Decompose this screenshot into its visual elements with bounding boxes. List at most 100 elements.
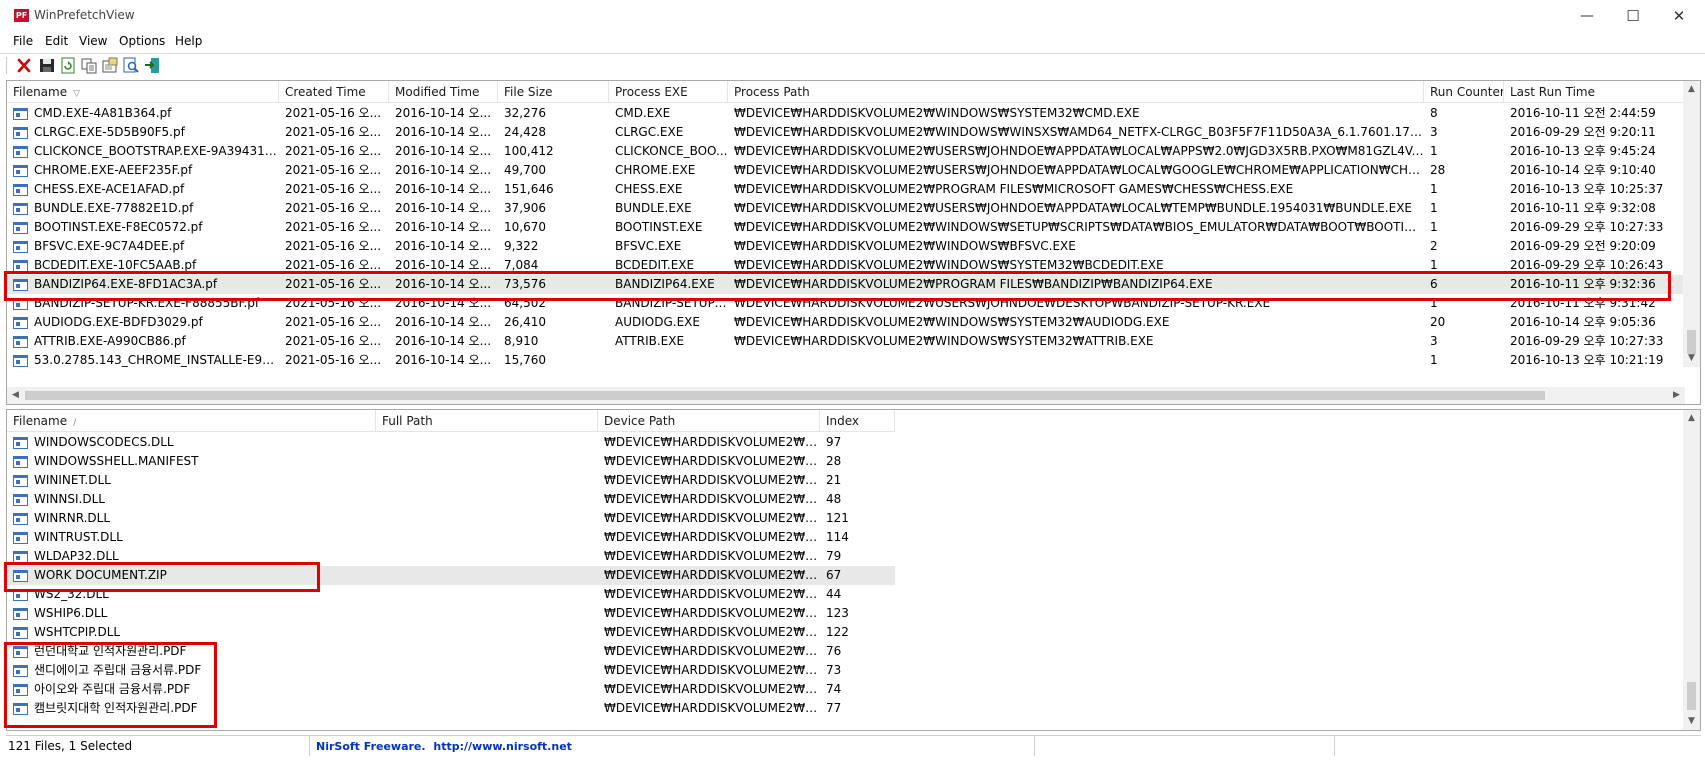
list-item[interactable]: 샌디에이고 주립대 금융서류.PDF ₩DEVICE₩HARDDISKVOLUME… bbox=[7, 661, 895, 680]
scrollbar-thumb[interactable] bbox=[25, 391, 1545, 400]
column-header-run-counter[interactable]: Run Counter bbox=[1424, 81, 1504, 103]
list-item[interactable]: WLDAP32.DLL ₩DEVICE₩HARDDISKVOLUME2₩WI...… bbox=[7, 547, 895, 566]
cell-modified-time: 2016-10-14 오... bbox=[395, 258, 492, 272]
menu-view[interactable]: View bbox=[79, 34, 107, 48]
menu-options[interactable]: Options bbox=[119, 34, 165, 48]
column-header-modified-time[interactable]: Modified Time bbox=[389, 81, 498, 103]
column-header-label: Filename bbox=[13, 414, 68, 428]
list-item[interactable]: WINNSI.DLL ₩DEVICE₩HARDDISKVOLUME2₩WI... 4… bbox=[7, 490, 895, 509]
cell-file-size: 100,412 bbox=[504, 144, 554, 158]
maximize-button[interactable]: ☐ bbox=[1610, 0, 1656, 32]
list-item[interactable]: 아이오와 주립대 금융서류.PDF ₩DEVICE₩HARDDISKVOLUME2… bbox=[7, 680, 895, 699]
cell-created-time: 2021-05-16 오... bbox=[285, 334, 382, 348]
cell-filename: 샌디에이고 주립대 금융서류.PDF bbox=[34, 663, 202, 677]
table-row[interactable]: 53.0.2785.143_CHROME_INSTALLE-E9B7E... 20… bbox=[7, 351, 1685, 370]
cell-run-counter: 2 bbox=[1430, 239, 1438, 253]
prefetch-horizontal-scrollbar[interactable]: ◀ ▶ bbox=[7, 387, 1685, 404]
referenced-files-list[interactable]: Filename ∕ Full Path Device Path Index WI… bbox=[6, 409, 1701, 731]
column-header-process-exe[interactable]: Process EXE bbox=[609, 81, 728, 103]
cell-device-path: ₩DEVICE₩HARDDISKVOLUME2₩WI... bbox=[604, 435, 820, 449]
column-header-filename[interactable]: Filename ▽ bbox=[7, 81, 279, 103]
refresh-icon[interactable] bbox=[59, 57, 77, 74]
scroll-down-arrow-icon[interactable]: ▼ bbox=[1683, 713, 1700, 730]
cell-created-time: 2021-05-16 오... bbox=[285, 163, 382, 177]
scroll-down-arrow-icon[interactable]: ▼ bbox=[1683, 350, 1700, 367]
table-row[interactable]: BANDIZIP64.EXE-8FD1AC3A.pf 2021-05-16 오..… bbox=[7, 275, 1685, 294]
list-item[interactable]: WORK DOCUMENT.ZIP ₩DEVICE₩HARDDISKVOLUME2… bbox=[7, 566, 895, 585]
properties-icon[interactable] bbox=[101, 57, 119, 74]
table-row[interactable]: CMD.EXE-4A81B364.pf 2021-05-16 오... 2016-1… bbox=[7, 104, 1685, 123]
column-header-created-time[interactable]: Created Time bbox=[279, 81, 389, 103]
table-row[interactable]: CLICKONCE_BOOTSTRAP.EXE-9A39431B.pf 2021-… bbox=[7, 142, 1685, 161]
scroll-up-arrow-icon[interactable]: ▲ bbox=[1683, 410, 1700, 427]
column-header-device-path[interactable]: Device Path bbox=[598, 410, 820, 432]
cell-run-counter: 1 bbox=[1430, 201, 1438, 215]
cell-full-path bbox=[376, 623, 598, 642]
cell-created-time: 2021-05-16 오... bbox=[285, 315, 382, 329]
close-button[interactable]: ✕ bbox=[1656, 0, 1702, 32]
column-header-index[interactable]: Index bbox=[820, 410, 895, 432]
list-item[interactable]: WININET.DLL ₩DEVICE₩HARDDISKVOLUME2₩WI...… bbox=[7, 471, 895, 490]
scroll-left-arrow-icon[interactable]: ◀ bbox=[7, 387, 24, 404]
table-row[interactable]: CHESS.EXE-ACE1AFAD.pf 2021-05-16 오... 2016… bbox=[7, 180, 1685, 199]
list-item[interactable]: WS2_32.DLL ₩DEVICE₩HARDDISKVOLUME2₩WI... 4… bbox=[7, 585, 895, 604]
cell-full-path bbox=[376, 642, 598, 661]
prefetch-list[interactable]: Filename ▽ Created Time Modified Time Fil… bbox=[6, 80, 1701, 405]
prefetch-vertical-scrollbar[interactable]: ▲ ▼ bbox=[1683, 81, 1700, 367]
column-header-filename[interactable]: Filename ∕ bbox=[7, 410, 376, 432]
exit-icon[interactable] bbox=[143, 57, 161, 74]
cell-run-counter: 6 bbox=[1430, 277, 1438, 291]
cell-process-path: ₩DEVICE₩HARDDISKVOLUME2₩WINDOWS₩WINSXS₩A… bbox=[734, 125, 1424, 139]
list-item[interactable]: WSHIP6.DLL ₩DEVICE₩HARDDISKVOLUME2₩WI... 1… bbox=[7, 604, 895, 623]
table-row[interactable]: BOOTINST.EXE-F8EC0572.pf 2021-05-16 오... 2… bbox=[7, 218, 1685, 237]
delete-icon[interactable] bbox=[15, 57, 33, 74]
table-row[interactable]: BCDEDIT.EXE-10FC5AAB.pf 2021-05-16 오... 20… bbox=[7, 256, 1685, 275]
referenced-files-vertical-scrollbar[interactable]: ▲ ▼ bbox=[1683, 410, 1700, 730]
cell-filename: BANDIZIP64.EXE-8FD1AC3A.pf bbox=[34, 277, 218, 291]
save-icon[interactable] bbox=[38, 57, 56, 74]
menu-help[interactable]: Help bbox=[175, 34, 202, 48]
toolbar-separator bbox=[6, 57, 7, 74]
cell-filename: 캠브릿지대학 인적자원관리.PDF bbox=[34, 701, 198, 715]
table-row[interactable]: BUNDLE.EXE-77882E1D.pf 2021-05-16 오... 201… bbox=[7, 199, 1685, 218]
nirsoft-website-link[interactable]: http://www.nirsoft.net bbox=[433, 740, 572, 753]
scrollbar-thumb[interactable] bbox=[1687, 682, 1696, 710]
list-item[interactable]: 런던대학교 인적자원관리.PDF ₩DEVICE₩HARDDISKVOLUME2₩… bbox=[7, 642, 895, 661]
scroll-up-arrow-icon[interactable]: ▲ bbox=[1683, 81, 1700, 98]
table-row[interactable]: BFSVC.EXE-9C7A4DEE.pf 2021-05-16 오... 2016… bbox=[7, 237, 1685, 256]
cell-filename: WINDOWSSHELL.MANIFEST bbox=[34, 454, 199, 468]
scroll-right-arrow-icon[interactable]: ▶ bbox=[1668, 387, 1685, 404]
cell-process-exe: ATTRIB.EXE bbox=[615, 334, 685, 348]
cell-filename: 아이오와 주립대 금융서류.PDF bbox=[34, 682, 191, 696]
table-row[interactable]: CHROME.EXE-AEEF235F.pf 2021-05-16 오... 201… bbox=[7, 161, 1685, 180]
column-header-file-size[interactable]: File Size bbox=[498, 81, 609, 103]
find-icon[interactable] bbox=[122, 57, 140, 74]
cell-last-run-time: 2016-10-13 오후 10:21:19 bbox=[1510, 353, 1664, 367]
cell-process-exe: CLRGC.EXE bbox=[615, 125, 684, 139]
list-item[interactable]: WINRNR.DLL ₩DEVICE₩HARDDISKVOLUME2₩WI... 1… bbox=[7, 509, 895, 528]
column-header-last-run-time[interactable]: Last Run Time bbox=[1504, 81, 1685, 103]
referenced-files-header: Filename ∕ Full Path Device Path Index bbox=[7, 410, 895, 432]
status-panel-empty bbox=[1035, 736, 1335, 756]
menu-edit[interactable]: Edit bbox=[45, 34, 68, 48]
cell-last-run-time: 2016-09-29 오후 10:26:43 bbox=[1510, 258, 1664, 272]
column-header-process-path[interactable]: Process Path bbox=[728, 81, 1424, 103]
list-item[interactable]: WINDOWSSHELL.MANIFEST ₩DEVICE₩HARDDISKVOL… bbox=[7, 452, 895, 471]
table-row[interactable]: BANDIZIP-SETUP-KR.EXE-F88855BF.pf 2021-05… bbox=[7, 294, 1685, 313]
minimize-button[interactable]: — bbox=[1564, 0, 1610, 32]
menu-file[interactable]: File bbox=[13, 34, 33, 48]
cell-filename: CLRGC.EXE-5D5B90F5.pf bbox=[34, 125, 185, 139]
table-row[interactable]: AUDIODG.EXE-BDFD3029.pf 2021-05-16 오... 20… bbox=[7, 313, 1685, 332]
list-item[interactable]: WSHTCPIP.DLL ₩DEVICE₩HARDDISKVOLUME2₩WI..… bbox=[7, 623, 895, 642]
cell-filename: WS2_32.DLL bbox=[34, 587, 109, 601]
list-item[interactable]: 캠브릿지대학 인적자원관리.PDF ₩DEVICE₩HARDDISKVOLUME2… bbox=[7, 699, 895, 718]
copy-icon[interactable] bbox=[80, 57, 98, 74]
cell-file-size: 37,906 bbox=[504, 201, 546, 215]
list-item[interactable]: WINDOWSCODECS.DLL ₩DEVICE₩HARDDISKVOLUME2… bbox=[7, 433, 895, 452]
table-row[interactable]: CLRGC.EXE-5D5B90F5.pf 2021-05-16 오... 2016… bbox=[7, 123, 1685, 142]
column-header-full-path[interactable]: Full Path bbox=[376, 410, 598, 432]
list-item[interactable]: WINTRUST.DLL ₩DEVICE₩HARDDISKVOLUME2₩WI..… bbox=[7, 528, 895, 547]
table-row[interactable]: ATTRIB.EXE-A990CB86.pf 2021-05-16 오... 201… bbox=[7, 332, 1685, 351]
cell-filename: WINTRUST.DLL bbox=[34, 530, 123, 544]
cell-device-path: ₩DEVICE₩HARDDISKVOLUME2₩US... bbox=[604, 682, 820, 696]
